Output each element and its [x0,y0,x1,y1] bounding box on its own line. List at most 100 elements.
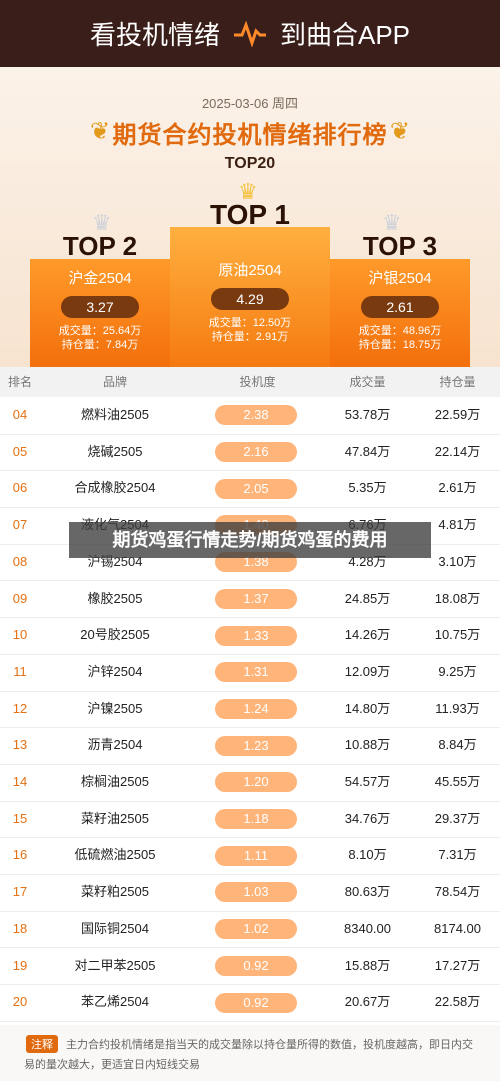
top1-name: 原油2504 [218,262,282,279]
position-cell: 29.37万 [434,810,481,826]
top3-position: 持仓量：18.75万 [358,339,442,351]
rank-cell: 04 [12,407,28,422]
volume-cell: 80.63万 [344,884,391,900]
table-row[interactable]: 17 菜籽粕2505 80.63万 78.54万 1.03 [0,874,500,912]
table-row[interactable]: 06 合成橡胶2504 5.35万 2.61万 2.05 [0,470,500,509]
table-row[interactable]: 10 20号胶2505 14.26万 10.75万 1.33 [0,617,500,655]
name-cell: 低硫燃油2505 [74,847,156,863]
top1-score: 4.29 [211,288,289,310]
top1-position: 持仓量：2.91万 [211,331,289,343]
volume-cell: 8.10万 [348,847,387,863]
name-cell: 沪锌2504 [87,663,143,679]
heat-pill: 2.16 [215,442,297,463]
position-cell: 11.93万 [435,700,480,716]
heat-pill: 1.33 [215,625,297,646]
footnote: 注释 主力合约投机情绪是指当天的成交量除以持仓量所得的数值，投机度越高，即日内交… [0,1025,500,1081]
table-row[interactable]: 14 棕榈油2505 54.57万 45.55万 1.20 [0,764,500,802]
heat-pill: 2.05 [215,478,297,499]
position-cell: 9.25万 [438,663,477,679]
top1-volume: 成交量：12.50万 [208,317,292,329]
position-cell: 8174.00 [434,920,481,936]
overlay-banner[interactable]: 期货鸡蛋行情走势/期货鸡蛋的费用 [69,522,431,558]
top2-score: 3.27 [61,296,139,318]
top1-rank: TOP 1 [210,199,290,230]
top2-card[interactable]: TOP 2 沪金2504 3.27 成交量：25.64万 持仓量：7.84万 [30,231,170,367]
top3-card[interactable]: TOP 3 沪银2504 2.61 成交量：48.96万 持仓量：18.75万 [330,231,470,367]
name-cell: 苯乙烯2504 [81,994,149,1010]
top3-score: 2.61 [361,296,439,318]
top2-position: 持仓量：7.84万 [61,339,139,351]
position-cell: 7.31万 [438,847,477,863]
heat-pill: 0.92 [215,955,297,976]
top3-rank: TOP 3 [362,231,438,261]
volume-cell: 14.80万 [344,700,391,716]
heat-pill: 1.11 [215,845,297,866]
table-row[interactable]: 19 对二甲苯2505 15.88万 17.27万 0.92 [0,948,500,986]
name-cell: 合成橡胶2504 [74,480,156,496]
position-cell: 22.58万 [434,994,481,1010]
top-banner: 看投机情绪 到曲合APP [0,0,500,67]
table-row[interactable]: 05 烧碱2505 47.84万 22.14万 2.16 [0,434,500,472]
heat-pill: 0.92 [215,992,297,1013]
heat-pill: 1.37 [215,588,297,609]
header-position: 持仓量 [439,375,476,389]
table-row[interactable]: 12 沪镍2505 14.80万 11.93万 1.24 [0,691,500,729]
rank-cell: 17 [12,884,28,900]
name-cell: 20号胶2505 [80,627,150,643]
volume-cell: 14.26万 [344,627,391,643]
table-row[interactable]: 15 菜籽油2505 34.76万 29.37万 1.18 [0,801,500,839]
rank-cell: 08 [12,553,28,569]
rank-cell: 07 [12,517,28,533]
heat-pill: 1.24 [215,698,297,719]
position-cell: 17.27万 [434,957,481,973]
rank-cell: 20 [12,994,28,1010]
table-row[interactable]: 20 苯乙烯2504 20.67万 22.58万 0.92 [0,984,500,1022]
heat-pill: 1.03 [215,882,297,903]
header-volume: 成交量 [349,375,386,389]
position-cell: 10.75万 [434,627,481,643]
date-label: 2025-03-06 周四 [201,96,299,111]
heat-pill: 2.38 [215,405,297,426]
page-title: 期货合约投机情绪排行榜 [112,122,388,149]
name-cell: 沪镍2505 [87,700,143,716]
volume-cell: 12.09万 [344,663,391,679]
rank-cell: 14 [12,774,28,789]
table-row[interactable]: 11 沪锌2504 12.09万 9.25万 1.31 [0,654,500,692]
name-cell: 菜籽粕2505 [81,884,149,900]
rank-cell: 12 [12,700,28,716]
top2-rank: TOP 2 [62,231,138,261]
rank-cell: 09 [12,590,28,606]
heat-pill: 1.02 [215,919,297,940]
header-rank: 排名 [7,375,32,389]
volume-cell: 20.67万 [344,994,391,1010]
position-cell: 18.08万 [434,590,481,606]
name-cell: 橡胶2505 [87,590,143,606]
top1-card[interactable]: TOP 1 原油2504 4.29 成交量：12.50万 持仓量：2.91万 [170,199,330,367]
position-cell: 8.84万 [438,737,477,753]
top2-name: 沪金2504 [68,270,132,287]
volume-cell: 15.88万 [344,957,391,973]
rank-cell: 11 [13,663,27,679]
pulse-icon [233,20,266,47]
volume-cell: 53.78万 [344,407,391,422]
top3-volume: 成交量：48.96万 [358,325,442,337]
name-cell: 烧碱2505 [87,443,143,459]
rank-cell: 19 [12,957,28,973]
banner-right-text: 到曲合APP [279,20,411,50]
table-row[interactable]: 09 橡胶2505 24.85万 18.08万 1.37 [0,581,500,619]
position-cell: 22.14万 [434,443,481,459]
table-row[interactable]: 18 国际铜2504 8340.00 8174.00 1.02 [0,911,500,949]
name-cell: 棕榈油2505 [81,774,149,789]
rank-cell: 18 [12,920,28,936]
table-row[interactable]: 16 低硫燃油2505 8.10万 7.31万 1.11 [0,837,500,876]
rank-cell: 16 [12,847,28,863]
position-cell: 78.54万 [434,884,481,900]
table-row[interactable]: 04 燃料油2505 53.78万 22.59万 2.38 [0,397,500,435]
table-row[interactable]: 13 沥青2504 10.88万 8.84万 1.23 [0,727,500,765]
name-cell: 菜籽油2505 [81,810,149,826]
name-cell: 国际铜2504 [81,920,149,936]
header-heat: 投机度 [239,375,276,389]
volume-cell: 8340.00 [344,920,391,936]
top2-volume: 成交量：25.64万 [58,325,142,337]
position-cell: 45.55万 [434,774,481,789]
